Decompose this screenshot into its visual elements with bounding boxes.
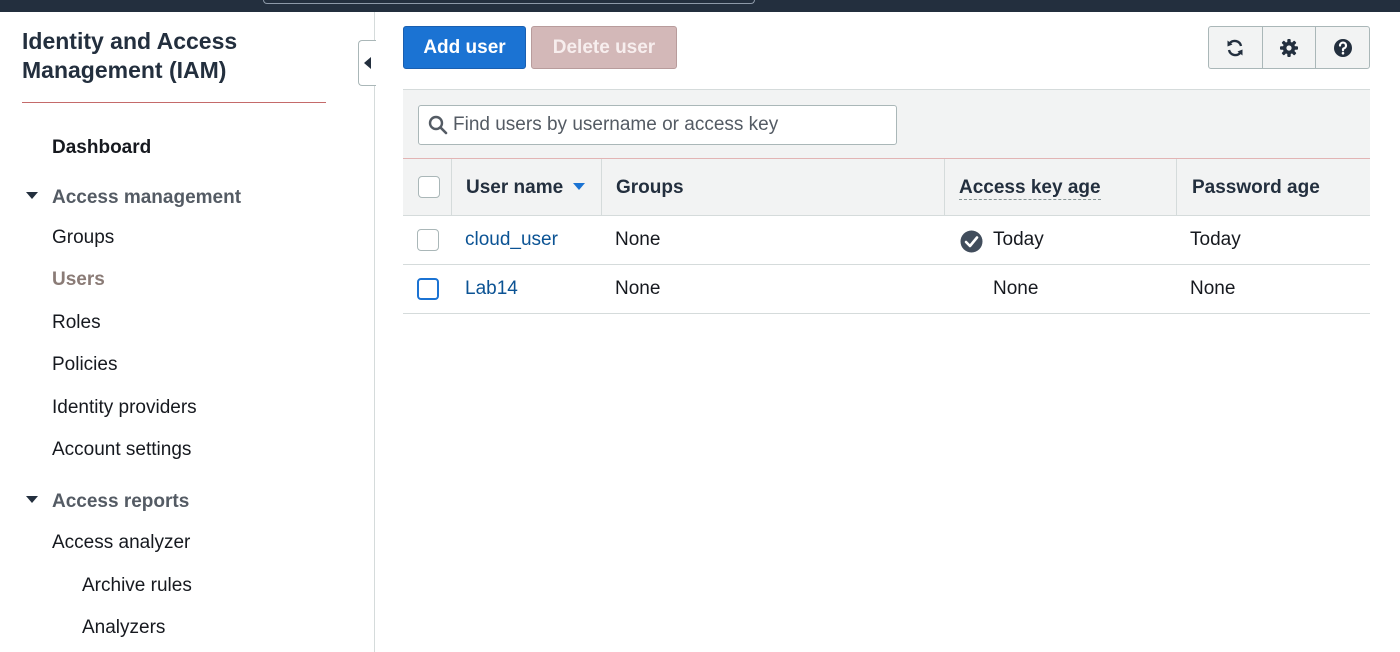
- sidebar-collapse-toggle[interactable]: [358, 40, 376, 86]
- gear-icon: [1280, 38, 1298, 57]
- sidebar-item-groups[interactable]: Groups: [52, 227, 114, 249]
- help-icon: [1333, 38, 1352, 57]
- column-header-label: Access key age: [959, 177, 1101, 200]
- access-key-age-cell: None: [993, 278, 1039, 299]
- address-bar-edge: [263, 0, 755, 4]
- password-age-cell: None: [1190, 278, 1236, 299]
- password-age-cell: Today: [1190, 229, 1241, 250]
- sidebar-section-label: Access reports: [52, 491, 190, 512]
- table-header: User name Groups Access key age Password…: [403, 159, 1370, 216]
- column-header-access-key-age[interactable]: Access key age: [959, 159, 1101, 216]
- sort-descending-icon: [573, 183, 586, 191]
- refresh-icon: [1227, 39, 1243, 56]
- select-all-checkbox[interactable]: [418, 176, 440, 198]
- sidebar-section-access-management[interactable]: Access management: [26, 187, 241, 209]
- sidebar-item-roles[interactable]: Roles: [52, 312, 101, 334]
- caret-down-icon: [26, 192, 38, 200]
- caret-left-icon: [364, 57, 371, 69]
- sidebar-divider: [22, 102, 326, 103]
- sidebar-section-access-reports[interactable]: Access reports: [26, 491, 189, 513]
- column-header-label: User name: [466, 177, 564, 198]
- row-checkbox[interactable]: [417, 278, 439, 300]
- users-table: User name Groups Access key age Password…: [403, 89, 1370, 314]
- sidebar-title: Identity and Access Management (IAM): [22, 28, 238, 83]
- sidebar-item-policies[interactable]: Policies: [52, 354, 117, 376]
- column-divider: [451, 159, 452, 216]
- groups-cell: None: [615, 229, 661, 250]
- row-checkbox[interactable]: [417, 229, 439, 251]
- add-user-button[interactable]: Add user: [403, 26, 526, 69]
- sidebar-section-label: Access management: [52, 187, 242, 208]
- settings-button[interactable]: [1263, 27, 1317, 68]
- user-name-link[interactable]: Lab14: [465, 265, 518, 313]
- groups-cell: None: [615, 278, 661, 299]
- column-divider: [944, 159, 945, 216]
- top-navigation-bar: [0, 0, 1400, 12]
- column-header-groups[interactable]: Groups: [616, 159, 684, 216]
- filter-bar: [403, 89, 1370, 159]
- column-header-password-age[interactable]: Password age: [1192, 159, 1320, 216]
- table-row[interactable]: Lab14 None None None: [403, 265, 1370, 314]
- column-divider: [1176, 159, 1177, 216]
- sidebar-item-users[interactable]: Users: [52, 269, 105, 291]
- sidebar-item-analyzers[interactable]: Analyzers: [82, 617, 165, 639]
- help-button[interactable]: [1316, 27, 1369, 68]
- table-row[interactable]: cloud_user None Today Today: [403, 216, 1370, 265]
- table-actions-group: [1208, 26, 1370, 69]
- sidebar: Identity and Access Management (IAM) Das…: [0, 12, 375, 652]
- check-circle-icon: [960, 230, 983, 253]
- access-key-age-cell: Today: [993, 229, 1044, 250]
- user-name-link[interactable]: cloud_user: [465, 216, 558, 264]
- column-divider: [601, 159, 602, 216]
- refresh-button[interactable]: [1209, 27, 1263, 68]
- search-input[interactable]: [453, 106, 893, 144]
- sidebar-item-access-analyzer[interactable]: Access analyzer: [52, 532, 190, 554]
- caret-down-icon: [26, 496, 38, 504]
- sidebar-item-identity-providers[interactable]: Identity providers: [52, 397, 197, 419]
- search-box[interactable]: [418, 105, 897, 145]
- sidebar-item-account-settings[interactable]: Account settings: [52, 439, 191, 461]
- sidebar-item-dashboard[interactable]: Dashboard: [52, 137, 151, 159]
- search-icon: [428, 115, 448, 135]
- column-header-user-name[interactable]: User name: [466, 159, 586, 216]
- sidebar-item-archive-rules[interactable]: Archive rules: [82, 575, 192, 597]
- delete-user-button[interactable]: Delete user: [531, 26, 677, 69]
